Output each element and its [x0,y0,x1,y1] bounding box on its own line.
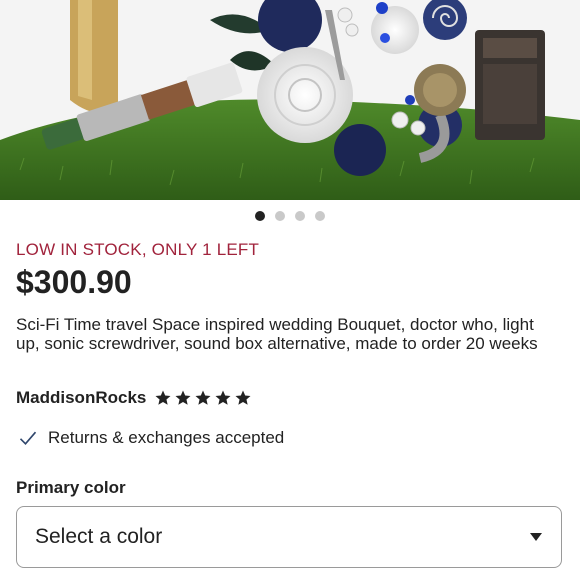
chevron-down-icon [530,533,542,541]
star-icon [195,390,211,405]
primary-color-label: Primary color [16,478,126,497]
price: $300.90 [16,264,132,300]
star-icon [235,390,251,405]
check-icon [19,431,37,446]
select-placeholder: Select a color [35,525,163,548]
star-icon [175,390,191,405]
pagination-dot-4[interactable] [315,211,325,221]
returns-info: Returns & exchanges accepted [18,428,284,448]
shop-name-link[interactable]: MaddisonRocks [16,388,146,408]
star-icon [155,390,171,405]
pagination-dot-2[interactable] [275,211,285,221]
pagination-dot-3[interactable] [295,211,305,221]
product-image[interactable] [0,0,580,200]
shop-info[interactable]: MaddisonRocks [16,388,252,408]
stock-status: LOW IN STOCK, ONLY 1 LEFT [16,240,260,259]
bouquet-image [0,0,580,200]
listing-title: Sci-Fi Time travel Space inspired weddin… [16,315,538,353]
pagination-dot-1[interactable] [255,211,265,221]
image-pagination[interactable] [0,211,580,221]
star-rating[interactable] [154,389,252,407]
primary-color-select[interactable]: Select a color [16,506,562,568]
returns-label: Returns & exchanges accepted [48,428,285,447]
star-icon [215,390,231,405]
